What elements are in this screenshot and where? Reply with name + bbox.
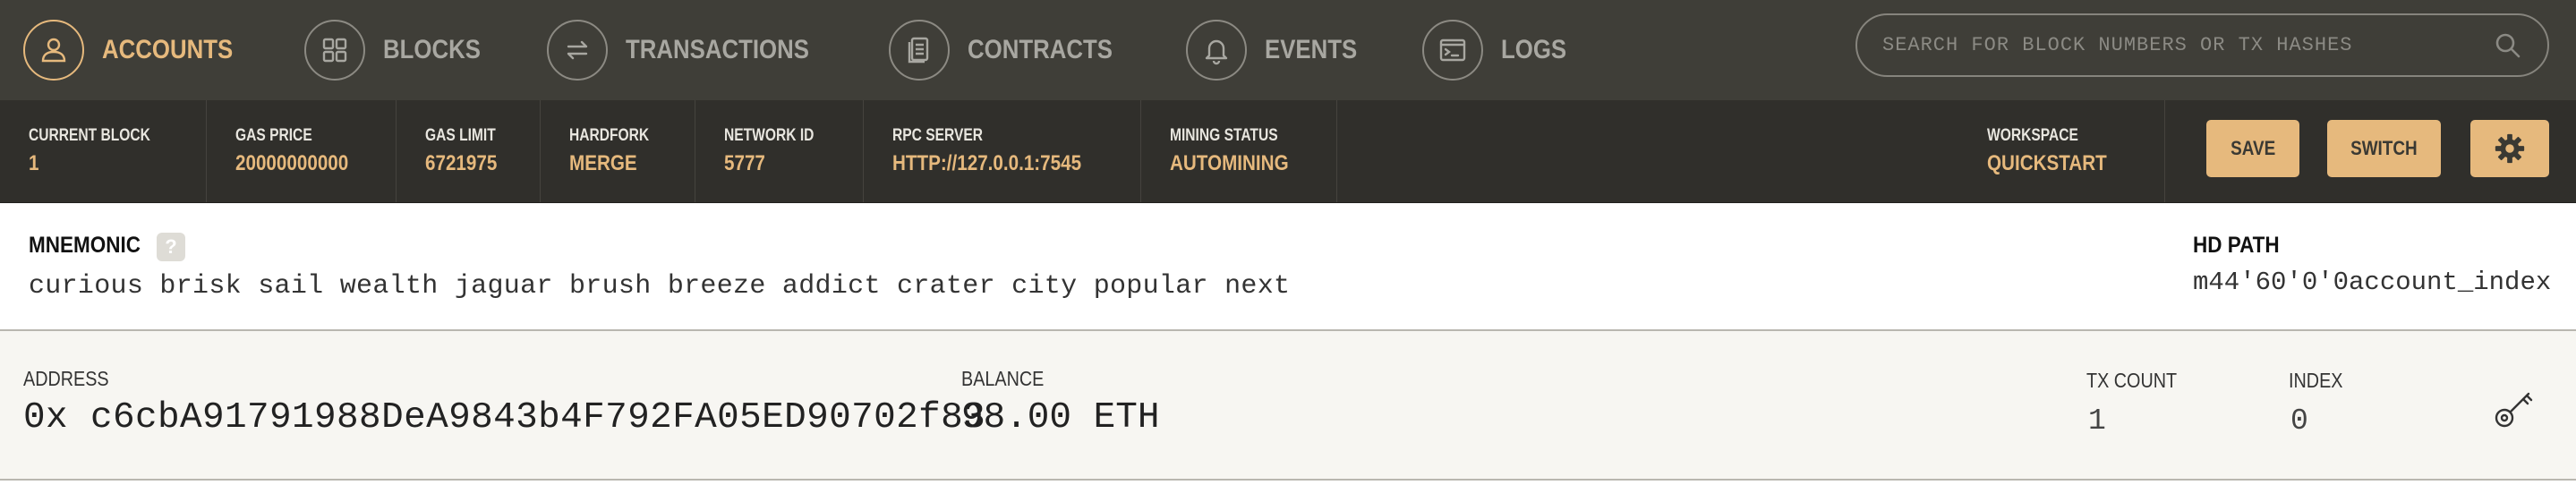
stat-label: NETWORK ID (724, 126, 815, 145)
nav-accounts[interactable]: ACCOUNTS (0, 0, 281, 100)
mnemonic-panel: MNEMONIC ? curious brisk sail wealth jag… (0, 203, 2576, 331)
stat-label: GAS PRICE (235, 126, 312, 145)
address-value: 0x c6cbA91791988DeA9843b4F792FA05ED90702… (23, 397, 986, 438)
stat-value: 5777 (724, 151, 766, 175)
nav-logs[interactable]: LOGS (1399, 0, 1604, 100)
hd-path-value: m44'60'0'0account_index (2193, 268, 2552, 297)
stat-gas-price: GAS PRICE 20000000000 (207, 100, 397, 202)
switch-button[interactable]: SWITCH (2327, 120, 2441, 177)
balance-value: 98.00 ETH (961, 397, 1160, 438)
search-box (1855, 13, 2549, 77)
key-icon[interactable] (2491, 385, 2538, 431)
search-icon[interactable] (2492, 30, 2524, 62)
settings-button[interactable] (2470, 120, 2549, 177)
stat-label: RPC SERVER (891, 126, 983, 145)
document-icon (889, 20, 951, 81)
divider (2164, 100, 2165, 202)
hd-path-label: HD PATH (2193, 233, 2280, 258)
nav-events[interactable]: EVENTS (1163, 0, 1399, 100)
mnemonic-label: MNEMONIC (29, 233, 141, 258)
switch-button-label: SWITCH (2350, 137, 2418, 159)
tx-count-value: 1 (2088, 404, 2106, 438)
balance-label: BALANCE (961, 367, 1045, 390)
stat-hardfork: HARDFORK MERGE (541, 100, 696, 202)
stat-mining-status: MINING STATUS AUTOMINING (1141, 100, 1338, 202)
grid-icon (304, 20, 365, 81)
search-input[interactable] (1881, 33, 2492, 57)
help-icon[interactable]: ? (157, 233, 185, 261)
workspace-name: QUICKSTART (1987, 151, 2107, 175)
workspace-label: WORKSPACE (1987, 126, 2078, 145)
index-value: 0 (2290, 404, 2308, 438)
stat-rpc-server: RPC SERVER HTTP://127.0.0.1:7545 (864, 100, 1142, 202)
workspace-info: WORKSPACE QUICKSTART (1987, 100, 2127, 202)
stat-value: 1 (29, 151, 39, 175)
account-row[interactable]: ADDRESS 0x c6cbA91791988DeA9843b4F792FA0… (0, 331, 2576, 481)
gear-icon (2495, 133, 2525, 164)
nav-events-label: EVENTS (1265, 35, 1358, 64)
nav-logs-label: LOGS (1501, 35, 1567, 64)
mnemonic-words: curious brisk sail wealth jaguar brush b… (29, 271, 1291, 302)
top-navigation: ACCOUNTS BLOCKS TRANSACTIONS CONTRACTS E… (0, 0, 2576, 100)
status-bar: CURRENT BLOCK 1 GAS PRICE 20000000000 GA… (0, 100, 2576, 203)
stat-current-block: CURRENT BLOCK 1 (0, 100, 207, 202)
stat-label: GAS LIMIT (424, 126, 496, 145)
terminal-icon (1422, 20, 1484, 81)
index-label: INDEX (2289, 369, 2343, 392)
save-button-label: SAVE (2230, 137, 2276, 159)
tx-count-label: TX COUNT (2086, 369, 2178, 392)
nav-accounts-label: ACCOUNTS (102, 35, 234, 64)
nav-contracts-label: CONTRACTS (968, 35, 1113, 64)
nav-blocks-label: BLOCKS (383, 35, 481, 64)
nav-contracts[interactable]: CONTRACTS (866, 0, 1163, 100)
nav-transactions-label: TRANSACTIONS (625, 35, 809, 64)
stat-label: MINING STATUS (1170, 126, 1278, 145)
address-label: ADDRESS (23, 367, 109, 390)
bell-icon (1186, 20, 1248, 81)
stat-value: 20000000000 (235, 151, 348, 175)
nav-blocks[interactable]: BLOCKS (281, 0, 524, 100)
stat-value: HTTP://127.0.0.1:7545 (891, 151, 1081, 175)
stat-value: AUTOMINING (1170, 151, 1289, 175)
arrows-icon (546, 20, 608, 81)
stat-value: 6721975 (424, 151, 497, 175)
save-button[interactable]: SAVE (2206, 120, 2299, 177)
stat-label: HARDFORK (568, 126, 649, 145)
stat-label: CURRENT BLOCK (29, 126, 150, 145)
stat-network-id: NETWORK ID 5777 (695, 100, 864, 202)
nav-transactions[interactable]: TRANSACTIONS (524, 0, 866, 100)
stat-gas-limit: GAS LIMIT 6721975 (397, 100, 541, 202)
person-icon (23, 20, 84, 81)
stat-value: MERGE (568, 151, 637, 175)
